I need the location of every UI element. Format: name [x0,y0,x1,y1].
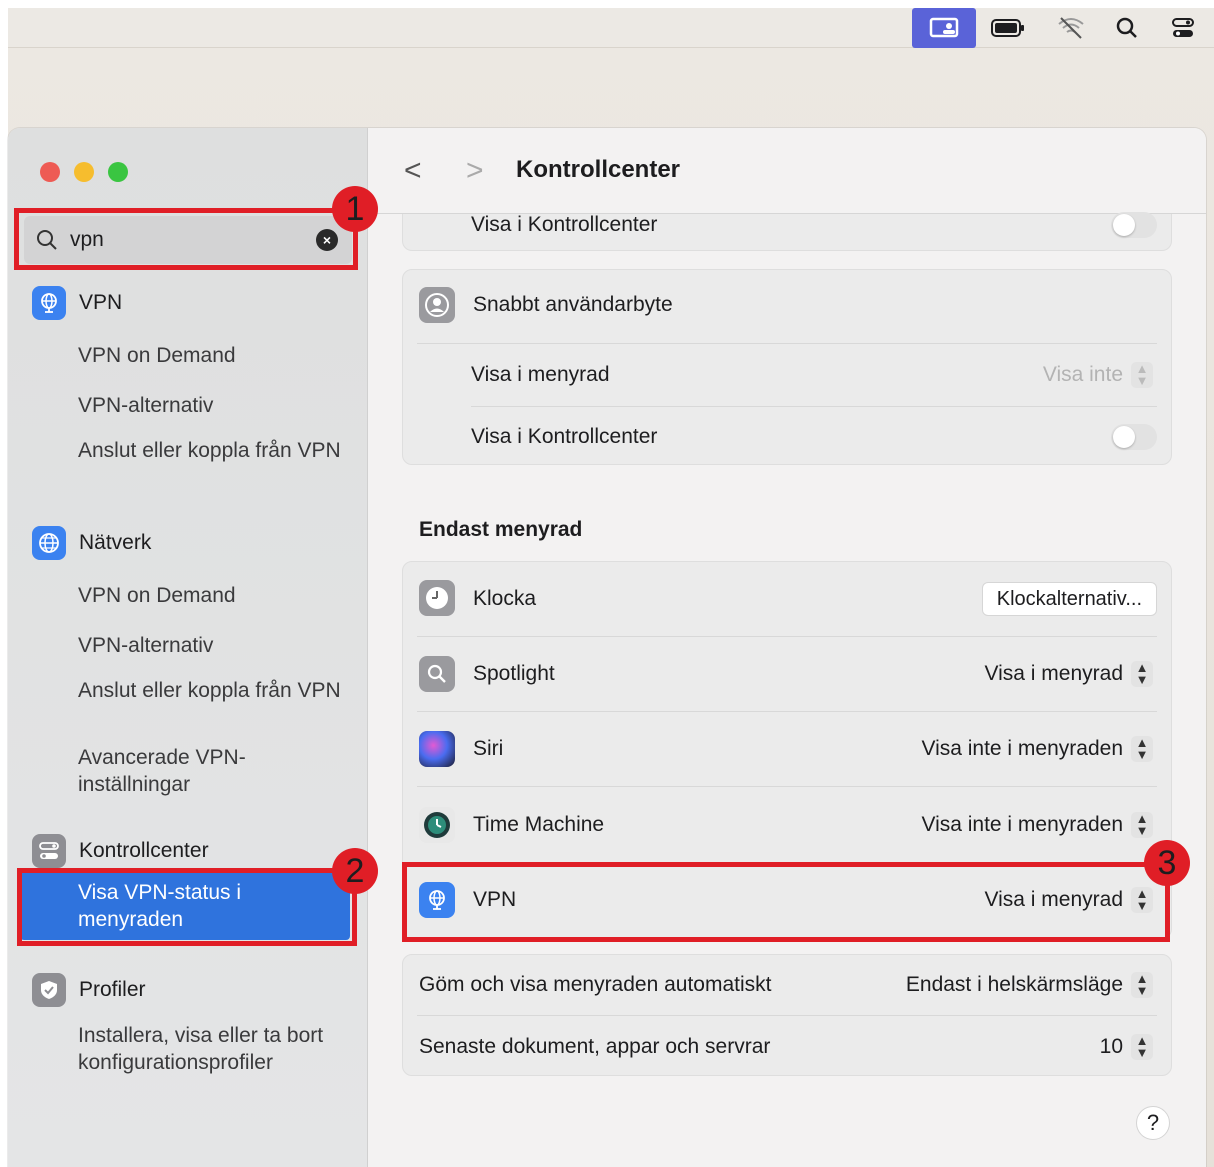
vpn-globe-icon [32,286,66,320]
search-icon[interactable] [1112,8,1142,48]
show-in-control-center-toggle[interactable] [1111,424,1157,450]
row-label: Visa i menyrad [471,363,610,386]
minimize-window-button[interactable] [74,162,94,182]
sidebar-item-label: Kontrollcenter [79,839,209,862]
sidebar-subitem-connect-vpn[interactable]: Anslut eller koppla från VPN [78,677,348,704]
row-value: Visa inte [1042,363,1123,386]
settings-card-menubar-behaviour: Göm och visa menyraden automatiskt Endas… [402,954,1172,1076]
sidebar-item-profiles[interactable]: Profiler [32,973,146,1007]
row-label: Visa i Kontrollcenter [471,425,658,448]
clock-options-button[interactable]: Klockalternativ... [981,582,1157,616]
sidebar-item-network[interactable]: Nätverk [32,526,151,560]
row-value: Visa i menyrad [984,662,1123,685]
close-window-button[interactable] [40,162,60,182]
sidebar-item-vpn[interactable]: VPN [32,286,122,320]
settings-window: vpn × VPN VPN on Demand VPN-alternativ A… [8,128,1206,1167]
control-center-icon[interactable] [1168,8,1198,48]
help-button[interactable]: ? [1136,1106,1170,1140]
clock-row: Klocka Klockalternativ... [403,574,1171,624]
autohide-menubar-row[interactable]: Göm och visa menyraden automatiskt Endas… [403,960,1171,1010]
siri-row[interactable]: Siri Visa inte i menyraden ▲ ▼ [403,724,1171,774]
row-value: Visa inte i menyraden [921,813,1123,836]
back-button[interactable]: < [404,154,422,188]
row-label: Göm och visa menyraden automatiskt [419,973,772,996]
wifi-off-icon[interactable] [1052,8,1090,48]
sidebar-item-label: Profiler [79,978,146,1001]
show-in-control-center-row: Visa i Kontrollcenter [403,412,1171,462]
sidebar-subitem-vpn-on-demand[interactable]: VPN on Demand [78,582,348,609]
sidebar-item-label: VPN [79,291,123,314]
show-in-menubar-row[interactable]: Visa i menyrad Visa inte ▲ ▼ [403,350,1171,400]
screen-share-icon[interactable] [912,8,976,48]
sidebar-subitem-vpn-on-demand[interactable]: VPN on Demand [78,342,348,369]
menu-bar [8,8,1214,48]
toolbar: < > Kontrollcenter [368,128,1206,214]
row-value: Visa inte i menyraden [921,737,1123,760]
settings-card-user-switch: Snabbt användarbyte Visa i menyrad Visa … [402,269,1172,465]
chevron-updown-icon[interactable]: ▲ ▼ [1131,1034,1153,1060]
page-title: Kontrollcenter [516,156,681,183]
annotation-box-sidebar-selection [17,868,357,946]
settings-card-top: Visa i Kontrollcenter [402,212,1172,251]
row-label: Visa i Kontrollcenter [471,213,658,236]
sidebar-subitem-vpn-options[interactable]: VPN-alternativ [78,392,348,419]
annotation-box-vpn-row [402,862,1170,942]
zoom-window-button[interactable] [108,162,128,182]
annotation-box-search [14,208,358,270]
sidebar-item-control-center[interactable]: Kontrollcenter [32,834,209,868]
chevron-updown-icon[interactable]: ▲ ▼ [1131,661,1153,687]
row-label: Siri [473,737,504,760]
battery-icon[interactable] [988,8,1028,48]
forward-button[interactable]: > [466,154,484,188]
network-globe-icon [32,526,66,560]
recent-items-row[interactable]: Senaste dokument, appar och servrar 10 ▲… [403,1022,1171,1072]
row-label: Senaste dokument, appar och servrar [419,1035,771,1058]
annotation-badge: 1 [332,186,378,232]
chevron-updown-icon[interactable]: ▲ ▼ [1131,736,1153,762]
section-heading: Endast menyrad [419,518,583,541]
chevron-updown-icon[interactable]: ▲ ▼ [1131,362,1153,388]
profiles-check-icon [32,973,66,1007]
sidebar-item-label: Nätverk [79,531,152,554]
sidebar-subitem-install-profiles[interactable]: Installera, visa eller ta bort konfigura… [78,1022,348,1076]
sidebar: vpn × VPN VPN on Demand VPN-alternativ A… [8,128,368,1167]
time-machine-row[interactable]: Time Machine Visa inte i menyraden ▲ ▼ [403,800,1171,850]
annotation-badge: 2 [332,848,378,894]
show-in-control-center-toggle[interactable] [1111,212,1157,238]
chevron-updown-icon[interactable]: ▲ ▼ [1131,812,1153,838]
row-value: Endast i helskärmsläge [905,973,1123,996]
annotation-badge: 3 [1144,840,1190,886]
row-label: Klocka [473,587,537,610]
control-center-icon [32,834,66,868]
sidebar-subitem-advanced-vpn[interactable]: Avancerade VPN-inställningar [78,744,348,798]
sidebar-subitem-connect-vpn[interactable]: Anslut eller koppla från VPN [78,437,348,464]
spotlight-row[interactable]: Spotlight Visa i menyrad ▲ ▼ [403,649,1171,699]
row-label: Snabbt användarbyte [473,293,673,316]
row-label: Time Machine [473,813,605,836]
sidebar-subitem-vpn-options[interactable]: VPN-alternativ [78,632,348,659]
row-value: 10 [1099,1035,1123,1058]
chevron-updown-icon[interactable]: ▲ ▼ [1131,972,1153,998]
row-label: Spotlight [473,662,555,685]
